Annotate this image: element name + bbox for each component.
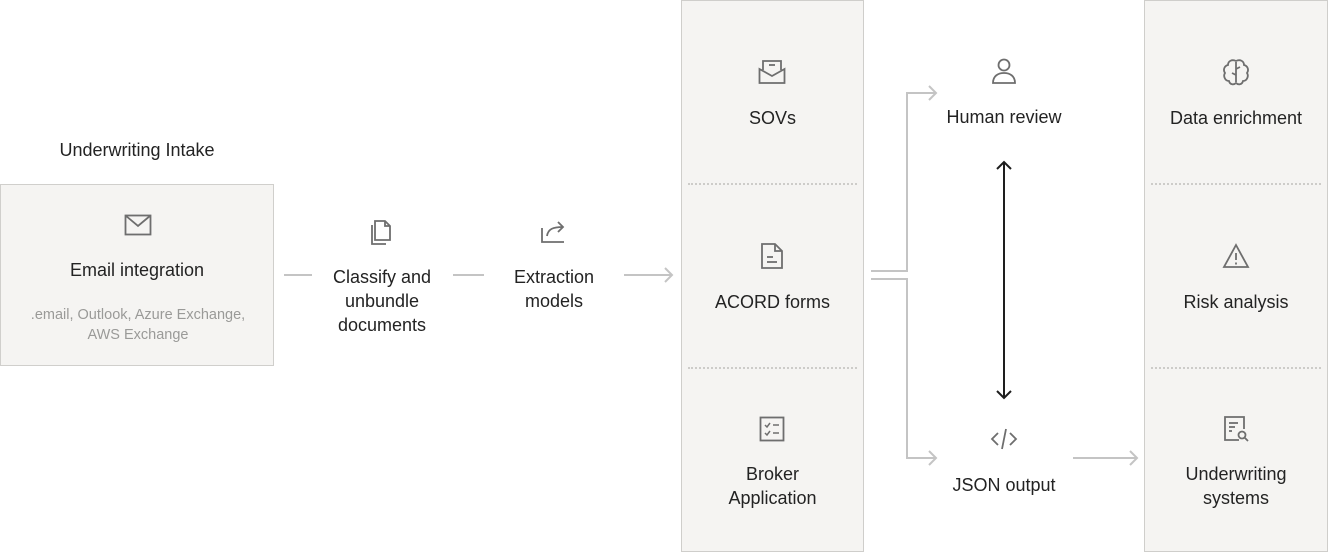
step-classify-label: Classify and unbundle documents: [332, 267, 432, 335]
doc-type-sovs[interactable]: SOVs: [682, 1, 863, 185]
email-integration-label: Email integration: [69, 260, 205, 280]
checklist-icon: [758, 415, 786, 443]
share-export-icon: [539, 218, 567, 246]
step-extraction-label: Extraction models: [513, 267, 595, 311]
brain-icon: [1222, 58, 1250, 86]
doc-type-acord-label: ACORD forms: [714, 292, 830, 312]
risk-analysis-label: Risk analysis: [1183, 292, 1289, 312]
envelope-icon: [124, 211, 152, 239]
code-icon: [990, 425, 1018, 453]
email-integration-box[interactable]: Email integration .email, Outlook, Azure…: [0, 184, 274, 366]
user-icon: [990, 57, 1018, 85]
inbox-tray-icon: [758, 58, 786, 86]
data-enrichment-label: Data enrichment: [1169, 108, 1303, 128]
email-integration-providers: .email, Outlook, Azure Exchange, AWS Exc…: [30, 307, 246, 343]
bidirectional-arrow-review-json: [996, 160, 1012, 400]
arrow-extraction-to-documents: [624, 267, 674, 283]
document-types-column: SOVs ACORD forms Broker Application: [681, 0, 864, 552]
json-output-label: JSON output: [952, 475, 1056, 495]
destination-risk-analysis[interactable]: Risk analysis: [1145, 185, 1327, 369]
warning-triangle-icon: [1222, 242, 1250, 270]
arrow-json-to-underwriting-systems: [1073, 450, 1139, 466]
underwriting-systems-label: Underwriting systems: [1185, 464, 1287, 508]
destination-data-enrichment[interactable]: Data enrichment: [1145, 1, 1327, 185]
doc-type-broker-application[interactable]: Broker Application: [682, 369, 863, 553]
arrow-documents-to-json-output: [871, 278, 938, 466]
document-search-icon: [1222, 415, 1250, 443]
human-review-label: Human review: [946, 107, 1062, 127]
doc-type-sovs-label: SOVs: [748, 108, 796, 128]
intake-title: Underwriting Intake: [59, 140, 215, 160]
destinations-column: Data enrichment Risk analysis Underwriti…: [1144, 0, 1328, 552]
file-text-icon: [758, 242, 786, 270]
documents-icon: [368, 218, 396, 246]
destination-underwriting-systems[interactable]: Underwriting systems: [1145, 369, 1327, 553]
doc-type-broker-application-label: Broker Application: [728, 464, 817, 508]
doc-type-acord[interactable]: ACORD forms: [682, 185, 863, 369]
